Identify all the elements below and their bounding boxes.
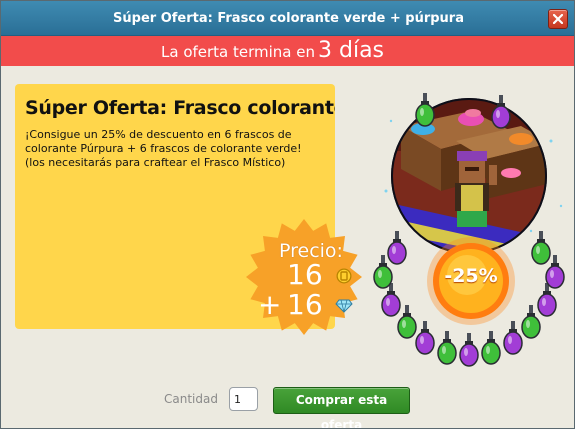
window-titlebar[interactable]: Súper Oferta: Frasco colorante verde + p… bbox=[1, 1, 574, 36]
offer-description: ¡Consigue un 25% de descuento en 6 frasc… bbox=[25, 128, 302, 169]
colorant-flask-icon bbox=[387, 231, 407, 265]
offer-window: Súper Oferta: Frasco colorante verde + p… bbox=[0, 0, 575, 429]
colorant-flask-icon bbox=[459, 333, 479, 367]
colorant-flask-icon bbox=[481, 331, 501, 365]
quantity-label: Cantidad bbox=[164, 392, 218, 406]
colorant-flask-icon bbox=[397, 305, 417, 339]
timer-days: 3 días bbox=[318, 38, 385, 63]
offer-content: Súper Oferta: Frasco colorante verde ¡Co… bbox=[1, 66, 574, 428]
diamond-icon bbox=[335, 299, 353, 313]
price-credits: 16 bbox=[287, 258, 323, 291]
offer-timer-banner: La oferta termina en 3 días bbox=[1, 36, 574, 66]
close-icon bbox=[553, 14, 563, 24]
quantity-input[interactable] bbox=[229, 387, 258, 411]
price-plus: + bbox=[258, 288, 282, 321]
colorant-flask-icon bbox=[415, 93, 435, 127]
window-title: Súper Oferta: Frasco colorante verde + p… bbox=[113, 11, 464, 26]
colorant-flask-icon bbox=[491, 95, 511, 129]
buy-offer-button[interactable]: Comprar esta oferta bbox=[273, 387, 410, 428]
offer-heading: Súper Oferta: Frasco colorante verde bbox=[25, 97, 335, 119]
price-diamonds: 16 bbox=[287, 288, 323, 321]
timer-label: La oferta termina en bbox=[161, 43, 316, 61]
close-button[interactable] bbox=[548, 9, 568, 29]
discount-label: -25% bbox=[444, 265, 498, 287]
colorant-flask-icon bbox=[521, 305, 541, 339]
gold-coin-icon bbox=[336, 268, 352, 284]
colorant-flask-icon bbox=[437, 331, 457, 365]
colorant-flask-icon bbox=[531, 231, 551, 265]
